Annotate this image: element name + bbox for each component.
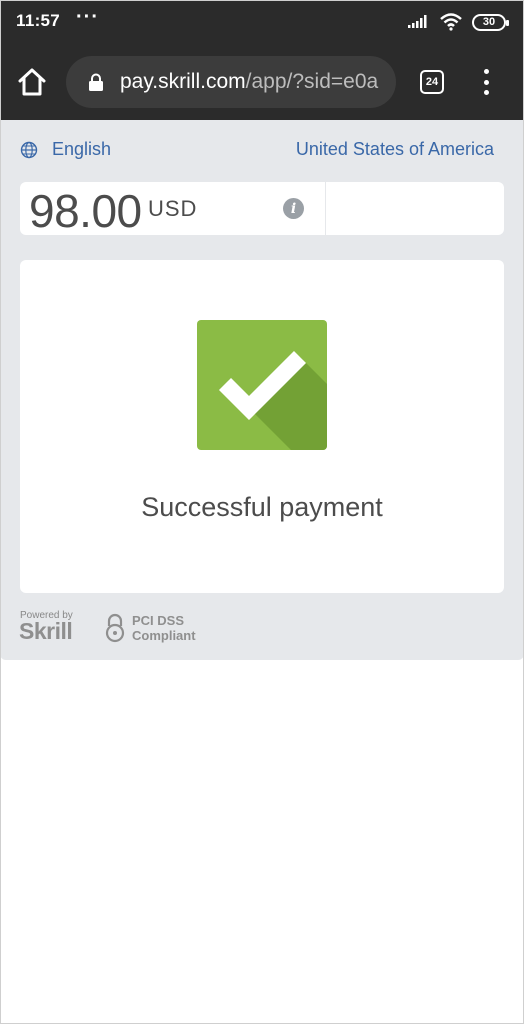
overflow-menu-icon[interactable] — [478, 68, 494, 96]
info-icon-glyph: i — [290, 200, 297, 217]
url-path: /app/?sid=e0a — [245, 70, 379, 93]
wifi-icon — [440, 13, 462, 31]
status-time: 11:57 — [16, 11, 61, 30]
success-message: Successful payment — [141, 492, 383, 522]
payment-page: English United States of America 98.00 U… — [0, 120, 524, 660]
home-icon[interactable] — [16, 66, 48, 98]
language-selector[interactable]: English — [20, 139, 111, 160]
status-icons: 30 — [408, 12, 509, 32]
signal-icon — [408, 15, 427, 28]
padlock-icon — [105, 613, 125, 643]
success-checkmark-icon — [197, 320, 327, 450]
skrill-logo: Skrill — [19, 618, 73, 644]
address-bar[interactable]: pay.skrill.com/app/?sid=e0a — [66, 56, 396, 108]
url-text[interactable]: pay.skrill.com/app/?sid=e0a — [120, 70, 378, 94]
tab-count: 24 — [425, 76, 439, 88]
status-bar: 11:57 ··· 30 — [0, 0, 524, 44]
globe-icon — [20, 141, 38, 158]
amount-value: 98.00 — [29, 185, 142, 237]
amount-divider — [325, 182, 326, 235]
notification-dots-icon: ··· — [76, 6, 99, 28]
browser-toolbar: pay.skrill.com/app/?sid=e0a 24 — [0, 44, 524, 120]
language-label: English — [52, 139, 112, 159]
pci-badge: PCI DSS Compliant — [132, 613, 196, 643]
lock-icon — [89, 73, 103, 91]
page-footer: Powered by Skrill PCI DSS Compliant — [19, 610, 504, 650]
amount-card: 98.00 USD i — [20, 182, 504, 237]
pci-line2: Compliant — [132, 628, 196, 643]
pci-line1: PCI DSS — [132, 613, 185, 628]
url-host: pay.skrill.com — [120, 70, 246, 93]
battery-icon: 30 — [472, 13, 509, 31]
country-selector[interactable]: United States of America — [296, 139, 494, 160]
battery-level: 30 — [482, 16, 496, 28]
payment-result-card: Successful payment — [20, 260, 504, 593]
tab-switcher-button[interactable]: 24 — [420, 70, 444, 94]
info-icon[interactable]: i — [283, 198, 304, 219]
amount-currency: USD — [148, 196, 198, 221]
